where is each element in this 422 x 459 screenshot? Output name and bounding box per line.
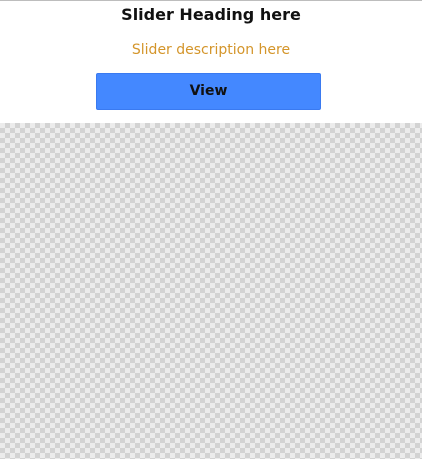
- view-button[interactable]: View: [96, 73, 321, 110]
- slide-heading: Slider Heading here: [121, 5, 301, 24]
- slide-caption: Slider Heading here Slider description h…: [0, 1, 422, 122]
- slider: Slider Heading here Slider description h…: [0, 0, 422, 459]
- slide-image-placeholder: [0, 123, 422, 459]
- slide-description: Slider description here: [131, 42, 291, 58]
